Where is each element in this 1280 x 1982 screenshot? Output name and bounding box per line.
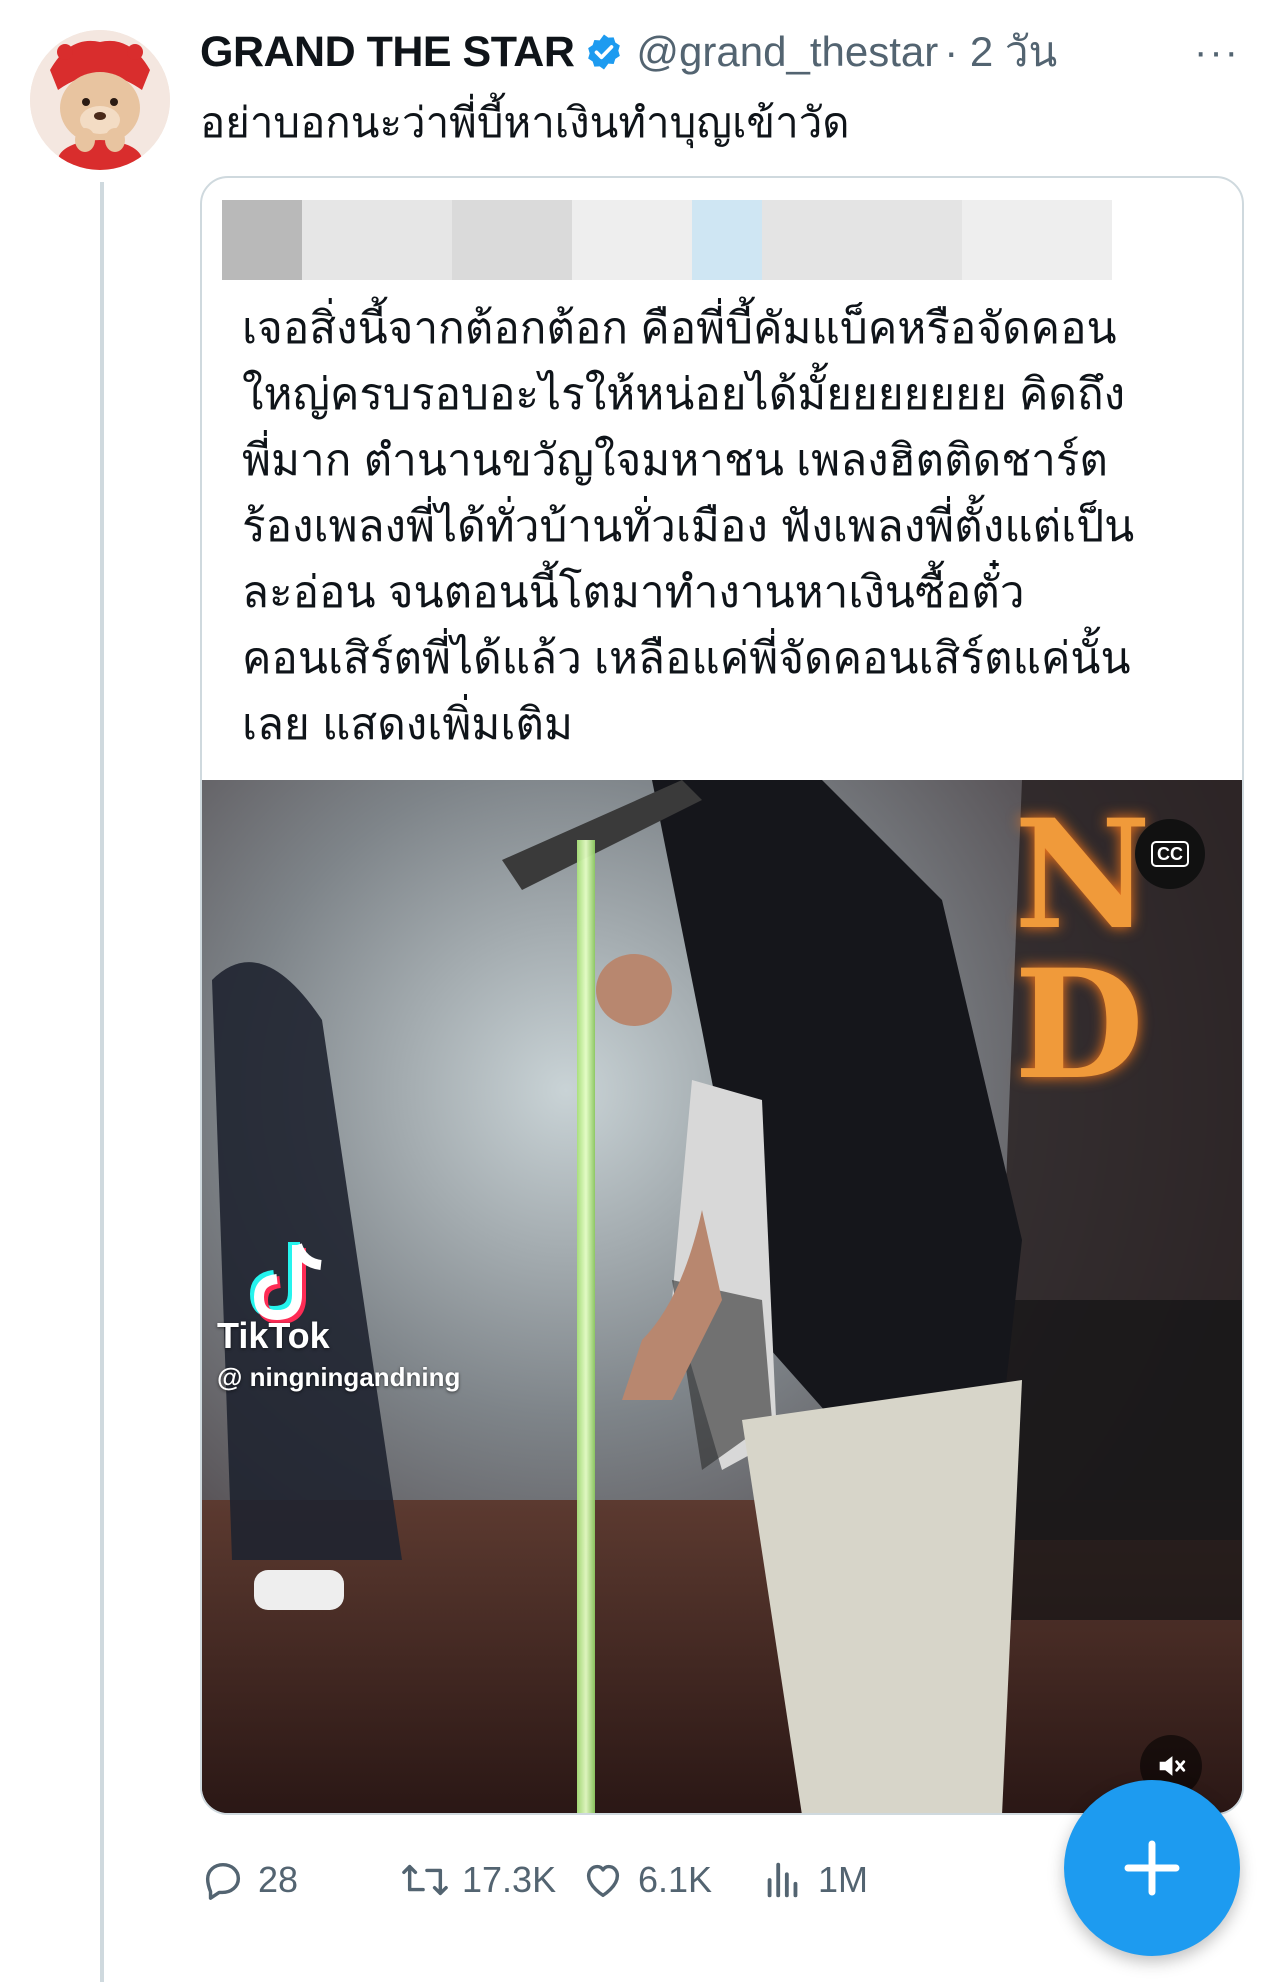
- tweet-text: อย่าบอกนะว่าพี่บี้หาเงินทำบุญเข้าวัด: [200, 99, 850, 146]
- avatar[interactable]: [30, 30, 170, 170]
- like-button[interactable]: 6.1K: [580, 1850, 712, 1910]
- user-handle[interactable]: @grand_thestar: [636, 28, 938, 76]
- retweet-icon: [402, 1864, 448, 1896]
- verified-badge-icon: [588, 34, 621, 70]
- reply-button[interactable]: 28: [200, 1850, 298, 1910]
- tweet-actions: 28 17.3K 6.1K 1M: [200, 1840, 1100, 1920]
- captions-button[interactable]: CC: [1135, 819, 1205, 889]
- speaker-muted-icon: [1159, 1756, 1186, 1776]
- sign-letter: N: [1014, 787, 1152, 963]
- plus-icon: [1124, 1840, 1180, 1896]
- tweet-header: GRAND THE STAR @grand_thestar · 2 วัน ··…: [200, 24, 1240, 80]
- reply-count: 28: [258, 1859, 299, 1900]
- bear-avatar-icon: [30, 30, 170, 170]
- tweet-time[interactable]: · 2 วัน: [944, 19, 1057, 85]
- sign-letter: D: [1014, 937, 1145, 1113]
- video-player[interactable]: N D CC TikTok @ ningningandning: [202, 780, 1242, 1813]
- display-name[interactable]: GRAND THE STAR: [200, 28, 575, 77]
- like-count: 6.1K: [638, 1859, 713, 1900]
- tiktok-username: @ ningningandning: [217, 1362, 461, 1392]
- views-count: 1M: [818, 1859, 869, 1900]
- more-options-icon[interactable]: ···: [1194, 30, 1240, 75]
- show-more-link[interactable]: แสดงเพิ่มเติม: [322, 700, 573, 749]
- thread-line: [100, 182, 104, 1982]
- tiktok-watermark: TikTok: [217, 1315, 330, 1356]
- reply-icon: [205, 1862, 241, 1900]
- views-chart-icon: [767, 1862, 798, 1898]
- heart-icon: [586, 1864, 620, 1898]
- quote-body: เจอสิ่งนี้จากต้อกต้อก คือพี่บี้คัมแบ็คหร…: [242, 304, 1135, 749]
- quoted-tweet-card[interactable]: เจอสิ่งนี้จากต้อกต้อก คือพี่บี้คัมแบ็คหร…: [200, 176, 1244, 1815]
- cc-label: CC: [1151, 841, 1189, 867]
- quoted-tweet-text: เจอสิ่งนี้จากต้อกต้อก คือพี่บี้คัมแบ็คหร…: [242, 296, 1202, 758]
- views-button[interactable]: 1M: [760, 1850, 868, 1910]
- retweet-button[interactable]: 17.3K: [400, 1850, 556, 1910]
- blurred-quote-author: [222, 200, 1112, 280]
- compose-tweet-button[interactable]: [1064, 1780, 1240, 1956]
- retweet-count: 17.3K: [462, 1859, 557, 1900]
- sign-letters: N D: [1014, 787, 1152, 1113]
